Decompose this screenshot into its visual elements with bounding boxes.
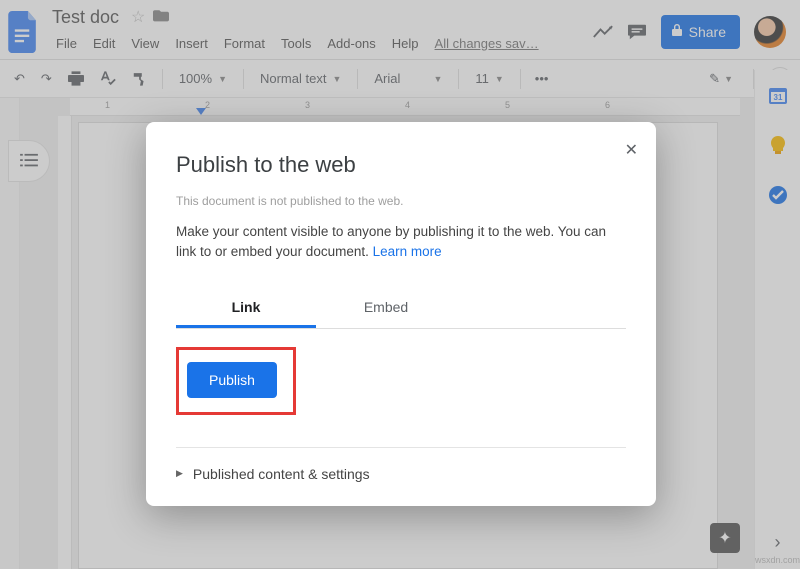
dialog-tabs: Link Embed bbox=[176, 289, 626, 329]
divider bbox=[176, 447, 626, 448]
dialog-description: Make your content visible to anyone by p… bbox=[176, 222, 626, 263]
publish-dialog: ✕ Publish to the web This document is no… bbox=[146, 122, 656, 506]
close-icon[interactable]: ✕ bbox=[625, 140, 638, 160]
expand-triangle-icon: ▶ bbox=[176, 468, 183, 479]
publish-button[interactable]: Publish bbox=[187, 362, 277, 398]
dialog-status: This document is not published to the we… bbox=[176, 194, 626, 208]
expander-label: Published content & settings bbox=[193, 466, 370, 482]
highlight-box: Publish bbox=[176, 347, 296, 415]
tab-embed[interactable]: Embed bbox=[316, 289, 456, 328]
publish-row: Publish bbox=[176, 347, 626, 415]
tab-link[interactable]: Link bbox=[176, 289, 316, 328]
dialog-title: Publish to the web bbox=[176, 152, 626, 178]
learn-more-link[interactable]: Learn more bbox=[373, 244, 442, 259]
published-content-settings[interactable]: ▶ Published content & settings bbox=[176, 462, 626, 490]
